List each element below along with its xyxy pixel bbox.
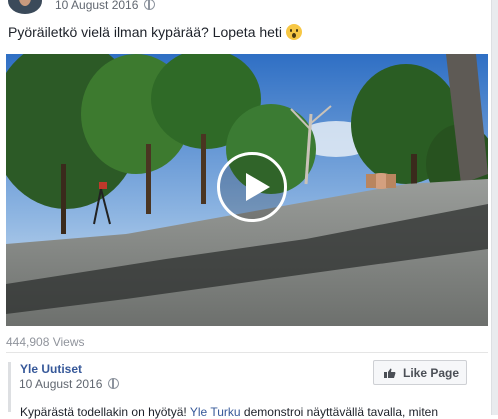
post-headline-text: Pyöräiletkö vielä ilman kypärää? Lopeta … [8,24,282,40]
video-player[interactable] [6,54,488,326]
globe-icon [144,0,156,10]
page-name-link[interactable]: Yle Uutiset [20,362,82,376]
avatar-face [19,0,31,6]
window-edge [491,0,498,415]
description-text: Kypärästä todellakin on hyötyä! [20,405,190,419]
post-date-row: 10 August 2016 [55,0,156,12]
thumbs-up-icon [384,368,396,378]
globe-icon [108,378,120,389]
shared-date-row: 10 August 2016 [19,377,120,391]
shared-description: Kypärästä todellakin on hyötyä! Yle Turk… [20,405,438,419]
description-text-suffix: demonstroi näyttävällä tavalla, miten [240,405,439,419]
shared-post-rule [8,362,11,412]
like-page-button[interactable]: Like Page [373,360,467,385]
play-button[interactable] [217,152,287,222]
divider [6,352,488,353]
like-page-label: Like Page [403,366,460,380]
yle-turku-link[interactable]: Yle Turku [190,405,241,419]
post-headline: Pyöräiletkö vielä ilman kypärää? Lopeta … [8,24,302,40]
avatar[interactable] [8,0,42,14]
shared-date[interactable]: 10 August 2016 [19,377,102,391]
view-count: 444,908 Views [6,335,85,349]
astonished-emoji-icon [285,24,302,40]
post-date[interactable]: 10 August 2016 [55,0,138,12]
